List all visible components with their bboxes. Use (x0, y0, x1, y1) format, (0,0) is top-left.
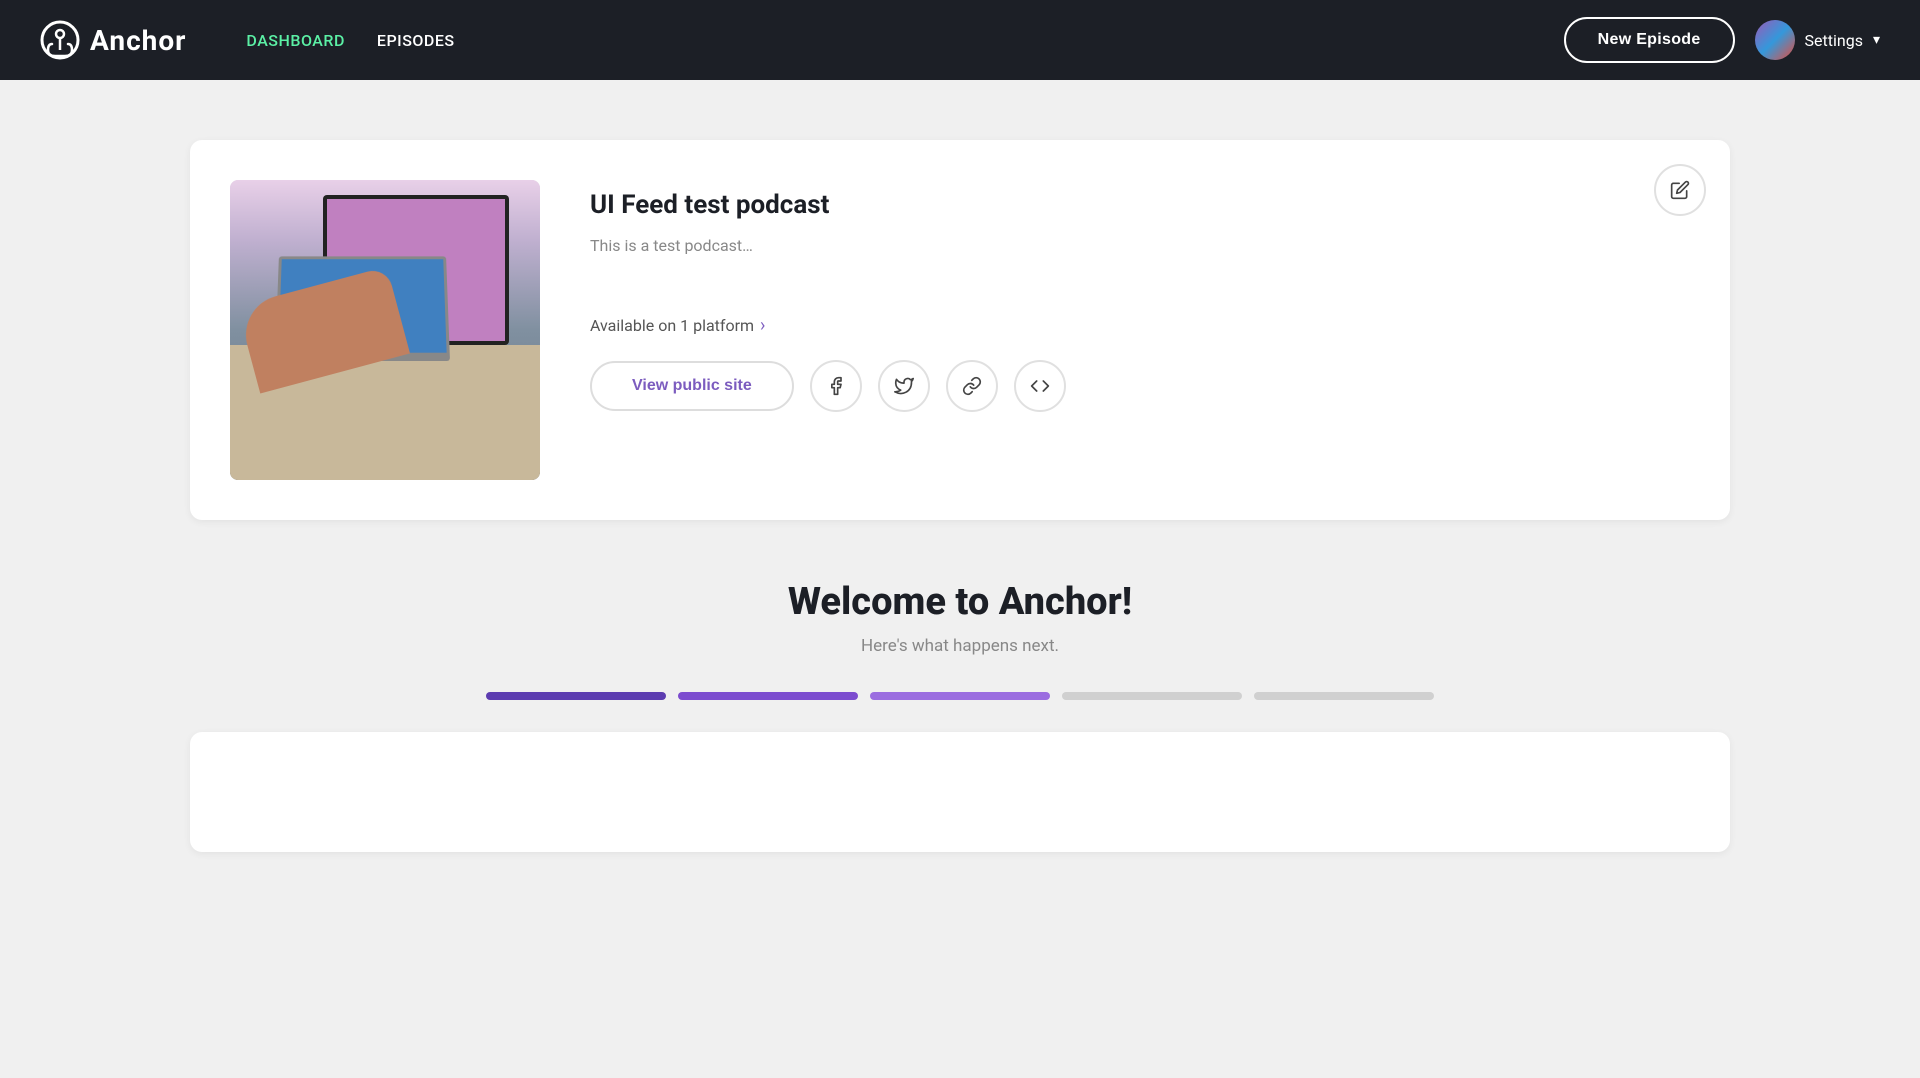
platform-arrow-icon: › (760, 315, 765, 336)
pencil-icon (1670, 180, 1690, 200)
podcast-description: This is a test podcast… (590, 236, 1690, 255)
anchor-logo-icon (40, 20, 80, 60)
welcome-title: Welcome to Anchor! (190, 580, 1730, 624)
nav-links: DASHBOARD EPISODES (246, 31, 454, 50)
new-episode-button[interactable]: New Episode (1564, 17, 1735, 63)
avatar-image (1755, 20, 1795, 60)
podcast-actions: View public site (590, 360, 1690, 412)
navbar-right: New Episode Settings ▾ (1564, 17, 1880, 63)
progress-segment-2 (678, 692, 858, 700)
progress-segment-1 (486, 692, 666, 700)
twitter-icon (894, 376, 914, 396)
chevron-down-icon: ▾ (1873, 32, 1880, 48)
desk-scene (230, 180, 540, 480)
platform-text: Available on 1 platform (590, 316, 754, 335)
progress-segment-3 (870, 692, 1050, 700)
copy-link-button[interactable] (946, 360, 998, 412)
progress-segment-5 (1254, 692, 1434, 700)
embed-icon (1030, 376, 1050, 396)
facebook-icon (826, 376, 846, 396)
logo[interactable]: Anchor (40, 20, 186, 60)
view-public-site-button[interactable]: View public site (590, 361, 794, 411)
navbar: Anchor DASHBOARD EPISODES New Episode Se… (0, 0, 1920, 80)
podcast-image (230, 180, 540, 480)
facebook-share-button[interactable] (810, 360, 862, 412)
podcast-info: UI Feed test podcast This is a test podc… (590, 180, 1690, 412)
progress-bar-container (190, 692, 1730, 700)
logo-text: Anchor (90, 24, 186, 57)
progress-segment-4 (1062, 692, 1242, 700)
twitter-share-button[interactable] (878, 360, 930, 412)
podcast-card: UI Feed test podcast This is a test podc… (190, 140, 1730, 520)
nav-link-episodes[interactable]: EPISODES (377, 31, 455, 50)
avatar (1755, 20, 1795, 60)
settings-area[interactable]: Settings ▾ (1755, 20, 1880, 60)
nav-link-dashboard[interactable]: DASHBOARD (246, 31, 345, 50)
platform-link[interactable]: Available on 1 platform › (590, 315, 1690, 336)
podcast-title: UI Feed test podcast (590, 190, 1690, 220)
link-icon (962, 376, 982, 396)
settings-label: Settings (1805, 31, 1863, 50)
embed-button[interactable] (1014, 360, 1066, 412)
main-content: UI Feed test podcast This is a test podc… (0, 80, 1920, 912)
welcome-section: Welcome to Anchor! Here's what happens n… (190, 580, 1730, 852)
bottom-card (190, 732, 1730, 852)
edit-podcast-button[interactable] (1654, 164, 1706, 216)
welcome-subtitle: Here's what happens next. (190, 636, 1730, 656)
